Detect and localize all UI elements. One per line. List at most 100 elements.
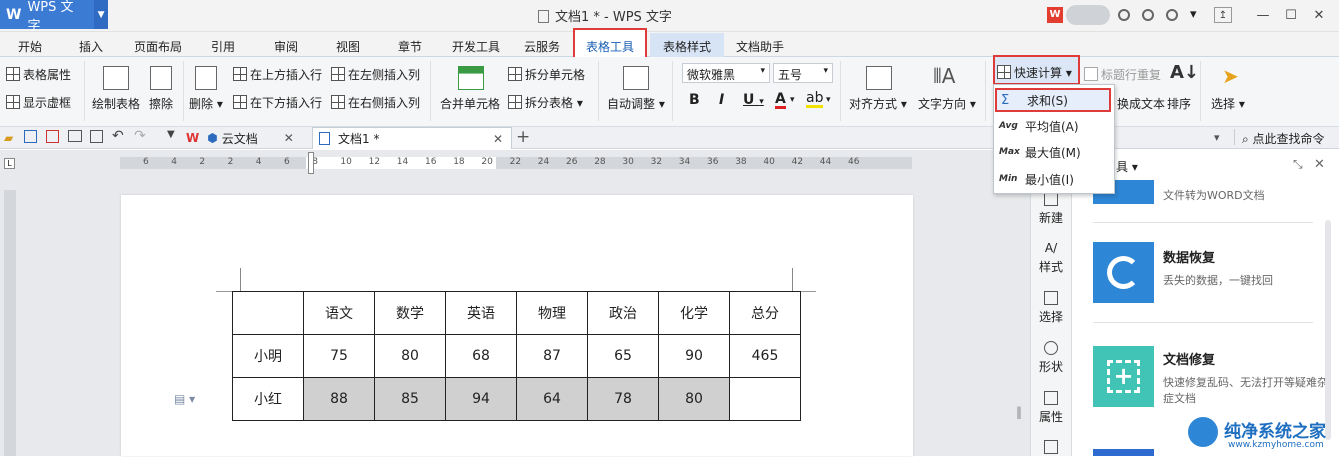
tab-doc-assistant[interactable]: 文档助手 [736, 38, 784, 55]
menu-icon[interactable]: ▾ [1190, 7, 1197, 22]
split-cells-button[interactable]: 拆分单元格 [508, 66, 585, 83]
tab-references[interactable]: 引用 [211, 38, 235, 55]
close-tab-icon[interactable]: ✕ [284, 131, 294, 145]
side-more-button[interactable] [1030, 440, 1072, 457]
split-table-button[interactable]: 拆分表格 ▾ [508, 94, 583, 111]
underline-button[interactable]: U ▾ [743, 92, 764, 108]
redo-icon[interactable]: ↷ [134, 128, 146, 144]
panel-header[interactable]: 具 ▾ [1116, 158, 1138, 175]
tab-home[interactable]: 开始 [18, 38, 42, 55]
delete-button[interactable]: 删除 ▾ [189, 95, 223, 112]
quick-calc-label[interactable]: 快速计算 ▾ [997, 64, 1072, 81]
doc-tab-document1[interactable]: 文档1 * ✕ [312, 127, 512, 149]
doc-tab-cloud[interactable]: W ⬢ 云文档 ✕ [186, 127, 310, 149]
font-size-select[interactable]: 五号 ▾ [773, 63, 833, 83]
menu-item-max[interactable]: Max 最大值(M) [995, 140, 1111, 164]
skin-icon[interactable] [1118, 9, 1130, 21]
vertical-ruler[interactable] [4, 190, 16, 456]
export-pdf-icon[interactable] [46, 130, 59, 143]
doc-repair-icon[interactable]: + [1093, 346, 1154, 407]
auto-adjust-button[interactable]: 自动调整 ▾ [607, 95, 665, 112]
tab-table-style[interactable]: 表格样式 [663, 38, 711, 55]
close-panel-icon[interactable]: ✕ [1314, 157, 1325, 172]
tab-page-layout[interactable]: 页面布局 [134, 38, 182, 55]
next-tool-icon[interactable] [1093, 449, 1154, 456]
table-properties-button[interactable]: 表格属性 [6, 66, 71, 83]
print-icon[interactable] [68, 130, 82, 142]
table-cell[interactable]: 小明 [232, 334, 304, 378]
collapse-panel-icon[interactable]: ⤡ [1293, 157, 1303, 172]
quick-access-dropdown-icon[interactable]: ▼ [167, 129, 175, 140]
table-cell-selected[interactable]: 94 [445, 377, 517, 421]
find-command-button[interactable]: ⌕ 点此查找命令 [1242, 130, 1325, 147]
table-cell[interactable]: 小红 [232, 377, 304, 421]
table-header-cell[interactable] [232, 291, 304, 335]
chevron-down-icon[interactable]: ▾ [826, 95, 831, 105]
insert-row-above-button[interactable]: 在上方插入行 [233, 66, 322, 83]
table-header-cell[interactable]: 语文 [303, 291, 375, 335]
splitter-handle[interactable]: ‖ [1016, 405, 1022, 419]
table-cell[interactable] [729, 377, 801, 421]
table-header-cell[interactable]: 总分 [729, 291, 801, 335]
tab-cloud-service[interactable]: 云服务 [524, 38, 560, 55]
table-cell[interactable]: 90 [658, 334, 730, 378]
table-cell[interactable]: 87 [516, 334, 588, 378]
merge-cells-button[interactable]: 合并单元格 [440, 95, 500, 112]
table-cell[interactable]: 65 [587, 334, 659, 378]
italic-button[interactable]: I [719, 92, 724, 108]
side-shape-button[interactable]: 形状 [1030, 341, 1072, 375]
side-properties-button[interactable]: 属性 [1030, 391, 1072, 425]
horizontal-ruler[interactable]: 6 4 2 2 4 6 8 10 12 14 16 18 20 22 24 26 28 30 32 34 36 38 40 4… [120, 157, 912, 169]
highlight-icon[interactable]: ab [806, 91, 824, 108]
table-cell[interactable]: 75 [303, 334, 375, 378]
paragraph-layout-icon[interactable]: ▤ ▾ [174, 392, 195, 406]
help-icon[interactable] [1166, 9, 1178, 21]
user-avatar[interactable] [1066, 5, 1110, 25]
restore-window-icon[interactable]: ↥ [1214, 7, 1232, 23]
draw-table-button[interactable]: 绘制表格 [92, 95, 140, 112]
table-cell-selected[interactable]: 80 [658, 377, 730, 421]
minimize-button[interactable]: — [1250, 4, 1276, 26]
side-new-button[interactable]: 新建 [1030, 192, 1072, 226]
card-title[interactable]: 文档修复 [1163, 349, 1215, 368]
panel-scrollbar[interactable] [1325, 220, 1331, 440]
menu-item-sum[interactable]: Σ 求和(S) [995, 88, 1111, 112]
indent-marker[interactable] [308, 152, 314, 174]
app-menu-button[interactable]: W WPS 文字 ▼ [0, 0, 108, 34]
menu-item-min[interactable]: Min 最小值(I) [995, 167, 1111, 191]
tab-chapter[interactable]: 章节 [398, 38, 422, 55]
score-table[interactable]: 语文 数学 英语 物理 政治 化学 总分 小明 75 80 68 87 65 9… [232, 291, 801, 421]
font-color-button[interactable]: A [775, 92, 786, 109]
table-header-cell[interactable]: 英语 [445, 291, 517, 335]
text-direction-button[interactable]: 文字方向 ▾ [918, 95, 976, 112]
tab-table-tools[interactable]: 表格工具 [586, 38, 634, 55]
select-button[interactable]: 选择 ▾ [1211, 95, 1245, 112]
convert-to-text-button[interactable]: 换成文本 [1117, 95, 1165, 112]
sort-button[interactable]: 排序 [1167, 95, 1191, 112]
alignment-button[interactable]: 对齐方式 ▾ [849, 95, 907, 112]
table-header-cell[interactable]: 政治 [587, 291, 659, 335]
table-cell[interactable]: 68 [445, 334, 517, 378]
tab-stop-icon[interactable]: L [4, 158, 15, 169]
insert-col-right-button[interactable]: 在右侧插入列 [331, 94, 420, 111]
table-header-cell[interactable]: 数学 [374, 291, 446, 335]
print-preview-icon[interactable] [90, 130, 103, 143]
insert-row-below-button[interactable]: 在下方插入行 [233, 94, 322, 111]
tab-view[interactable]: 视图 [336, 38, 360, 55]
wps-cloud-icon[interactable]: W [1047, 7, 1063, 23]
tab-developer[interactable]: 开发工具 [452, 38, 500, 55]
close-tab-icon[interactable]: ✕ [493, 132, 503, 146]
menu-item-average[interactable]: Avg 平均值(A) [995, 114, 1111, 138]
open-folder-icon[interactable]: ▰ [4, 131, 13, 145]
font-name-select[interactable]: 微软雅黑 ▾ [682, 63, 770, 83]
table-header-cell[interactable]: 化学 [658, 291, 730, 335]
side-style-button[interactable]: A/样式 [1030, 241, 1072, 275]
chevron-down-icon[interactable]: ▾ [790, 95, 795, 105]
table-cell-selected[interactable]: 88 [303, 377, 375, 421]
close-button[interactable]: ✕ [1306, 4, 1332, 26]
table-cell-selected[interactable]: 85 [374, 377, 446, 421]
erase-button[interactable]: 擦除 [149, 95, 173, 112]
new-tab-icon[interactable]: + [516, 127, 530, 147]
maximize-button[interactable]: ☐ [1278, 4, 1304, 26]
table-cell[interactable]: 465 [729, 334, 801, 378]
